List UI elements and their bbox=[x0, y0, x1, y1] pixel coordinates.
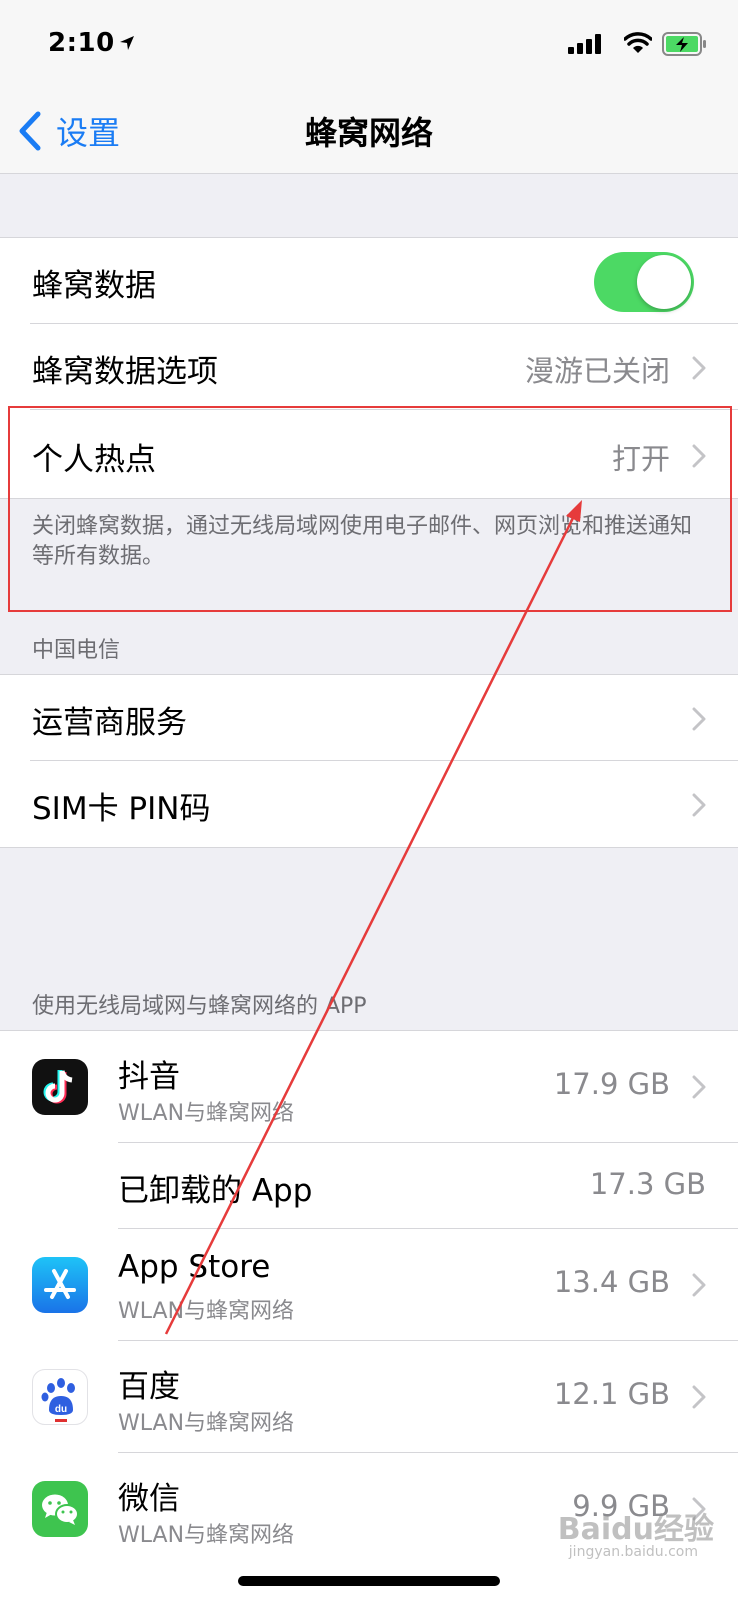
toggle-knob bbox=[637, 255, 691, 309]
app-name: App Store bbox=[118, 1249, 271, 1285]
svg-text:du: du bbox=[55, 1404, 67, 1415]
watermark-url: jingyan.baidu.com bbox=[568, 1544, 698, 1560]
app-name: 百度 bbox=[118, 1369, 180, 1405]
sim-pin-row[interactable]: SIM卡 PIN码 bbox=[0, 761, 738, 847]
cellular-data-options-row[interactable]: 蜂窝数据选项 漫游已关闭 bbox=[0, 324, 738, 410]
row-divider bbox=[30, 409, 738, 410]
app-data-size: 12.1 GB bbox=[553, 1377, 670, 1411]
carrier-section-header: 中国电信 bbox=[32, 638, 121, 663]
cellular-data-options-label: 蜂窝数据选项 bbox=[32, 354, 218, 390]
navigation-bar: 设置 蜂窝网络 bbox=[0, 88, 738, 174]
chevron-right-icon bbox=[692, 793, 706, 817]
app-row-app-store[interactable]: App Store WLAN与蜂窝网络 13.4 GB bbox=[0, 1229, 738, 1341]
app-row-uninstalled: 已卸载的 App 17.3 GB bbox=[0, 1143, 738, 1229]
chevron-right-icon bbox=[692, 444, 706, 468]
chevron-right-icon bbox=[692, 707, 706, 731]
cellular-data-row: 蜂窝数据 bbox=[0, 238, 738, 324]
app-network-type: WLAN与蜂窝网络 bbox=[118, 1101, 295, 1126]
tiktok-icon bbox=[32, 1059, 88, 1115]
personal-hotspot-row[interactable]: 个人热点 打开 bbox=[0, 412, 738, 498]
carrier-services-row[interactable]: 运营商服务 bbox=[0, 675, 738, 761]
apps-section-header: 使用无线局域网与蜂窝网络的 APP bbox=[32, 994, 367, 1019]
carrier-services-label: 运营商服务 bbox=[32, 705, 187, 741]
status-time: 2:10 bbox=[48, 28, 115, 58]
app-data-size: 13.4 GB bbox=[553, 1265, 670, 1299]
cellular-settings-group: 蜂窝数据 蜂窝数据选项 漫游已关闭 个人热点 打开 bbox=[0, 237, 738, 499]
wifi-icon bbox=[624, 32, 652, 53]
app-network-type: WLAN与蜂窝网络 bbox=[118, 1299, 295, 1324]
home-indicator[interactable] bbox=[238, 1576, 500, 1586]
app-row-baidu[interactable]: du 百度 WLAN与蜂窝网络 12.1 GB bbox=[0, 1341, 738, 1453]
carrier-settings-group: 运营商服务 SIM卡 PIN码 bbox=[0, 674, 738, 848]
sim-pin-label: SIM卡 PIN码 bbox=[32, 791, 211, 827]
roaming-status: 漫游已关闭 bbox=[524, 354, 670, 388]
watermark-brand: Baidu经验 bbox=[557, 1512, 714, 1547]
cellular-signal-icon bbox=[568, 34, 601, 54]
app-data-size: 17.9 GB bbox=[553, 1067, 670, 1101]
app-network-type: WLAN与蜂窝网络 bbox=[118, 1523, 295, 1548]
hotspot-status: 打开 bbox=[611, 442, 670, 476]
battery-charging-icon bbox=[662, 32, 706, 56]
personal-hotspot-label: 个人热点 bbox=[32, 442, 156, 478]
cellular-data-toggle[interactable] bbox=[594, 252, 694, 312]
app-name: 抖音 bbox=[118, 1059, 180, 1095]
chevron-right-icon bbox=[692, 1075, 706, 1099]
app-data-size: 17.3 GB bbox=[589, 1167, 706, 1201]
page-title: 蜂窝网络 bbox=[304, 114, 433, 152]
cellular-footer-note: 关闭蜂窝数据，通过无线局域网使用电子邮件、网页浏览和推送通知等所有数据。 bbox=[32, 514, 693, 569]
app-network-type: WLAN与蜂窝网络 bbox=[118, 1411, 295, 1436]
cellular-data-label: 蜂窝数据 bbox=[32, 268, 156, 304]
chevron-right-icon bbox=[692, 356, 706, 380]
app-store-icon bbox=[32, 1257, 88, 1313]
app-name: 已卸载的 App bbox=[118, 1173, 313, 1209]
app-row-douyin[interactable]: 抖音 WLAN与蜂窝网络 17.9 GB bbox=[0, 1031, 738, 1143]
wechat-icon bbox=[32, 1481, 88, 1537]
chevron-right-icon bbox=[692, 1273, 706, 1297]
app-name: 微信 bbox=[118, 1481, 180, 1517]
chevron-right-icon bbox=[692, 1385, 706, 1409]
status-bar: 2:10 bbox=[0, 0, 738, 88]
location-arrow-icon bbox=[120, 36, 134, 50]
baidu-icon: du bbox=[32, 1369, 88, 1425]
